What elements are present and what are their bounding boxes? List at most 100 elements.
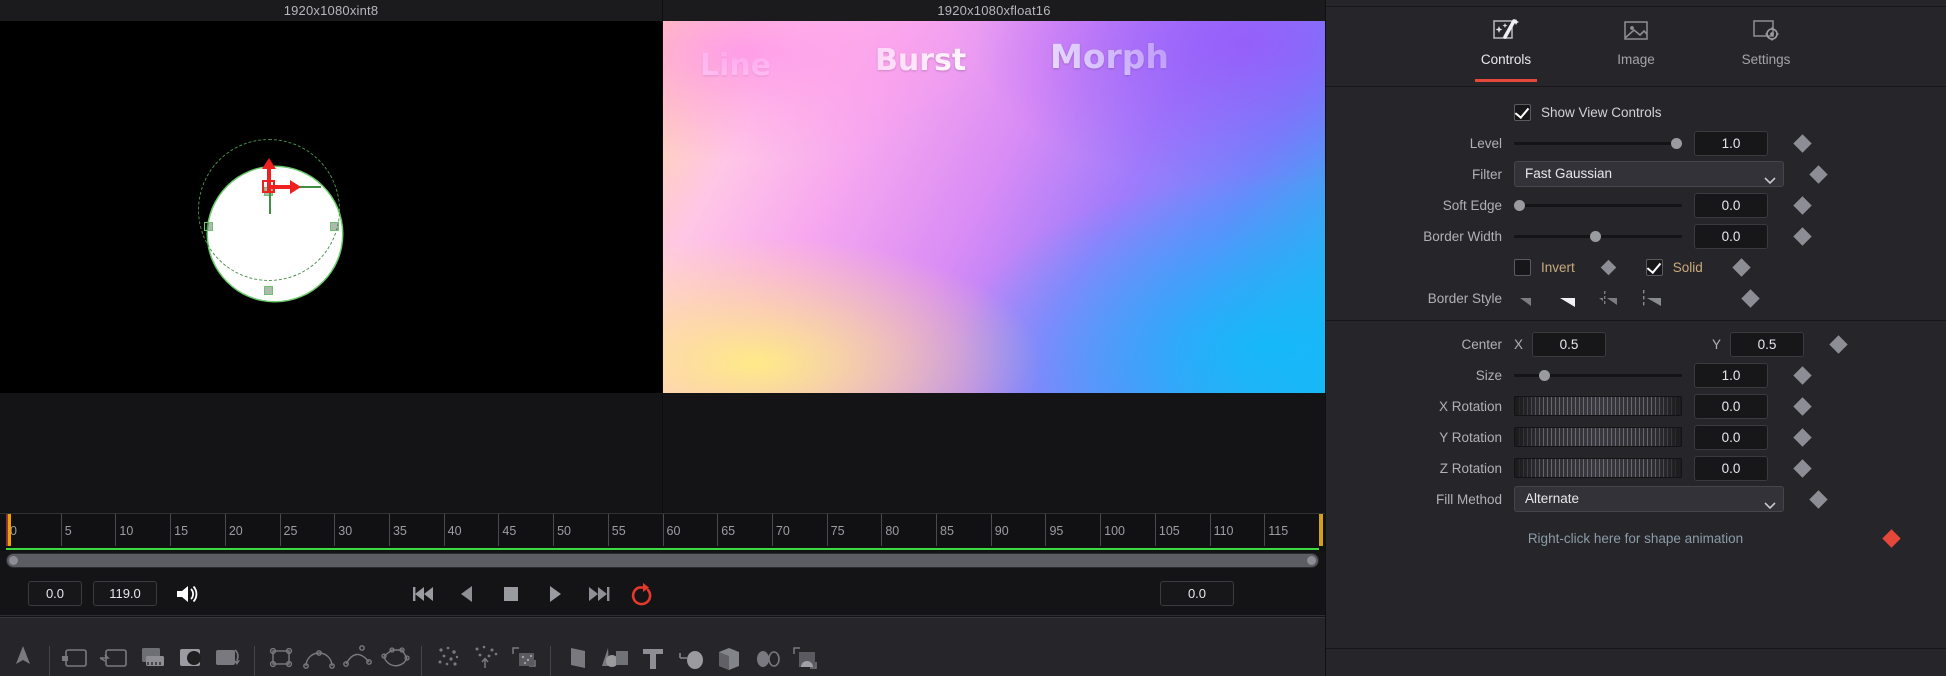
transport-buttons bbox=[410, 572, 660, 616]
solid-checkrow[interactable]: Solid bbox=[1645, 258, 1703, 276]
tab-settings[interactable]: Settings bbox=[1718, 16, 1814, 86]
ruler-tick-label: 40 bbox=[447, 524, 462, 538]
loader-icon[interactable] bbox=[133, 642, 171, 676]
bspline-mask-icon[interactable] bbox=[338, 642, 376, 676]
border-width-keyframe-button[interactable] bbox=[1793, 226, 1812, 246]
play-forward-button[interactable] bbox=[542, 581, 568, 607]
timeline-ruler[interactable]: 0 5 10 15 20 25 30 35 40 45 50 55 60 65 70 75 80 85 90 95 10… bbox=[0, 513, 1325, 551]
matte-control-icon[interactable] bbox=[171, 642, 209, 676]
invert-checkbox[interactable] bbox=[1514, 258, 1531, 276]
y-rotation-keyframe-button[interactable] bbox=[1793, 427, 1812, 447]
soft-edge-value-field[interactable]: 0.0 bbox=[1694, 192, 1768, 218]
timeline-scrollbar-thumb[interactable] bbox=[7, 554, 1318, 567]
play-reverse-button[interactable] bbox=[454, 581, 480, 607]
soft-edge-slider-knob[interactable] bbox=[1514, 200, 1525, 211]
z-rotation-keyframe-button[interactable] bbox=[1793, 458, 1812, 478]
skip-to-end-button[interactable] bbox=[586, 581, 612, 607]
z-rotation-thumbwheel[interactable] bbox=[1514, 458, 1682, 478]
level-slider-knob[interactable] bbox=[1671, 138, 1682, 149]
out-point-field[interactable]: 119.0 bbox=[93, 581, 157, 606]
tab-controls[interactable]: Controls bbox=[1458, 16, 1554, 86]
center-x-field[interactable]: 0.5 bbox=[1532, 331, 1607, 357]
border-width-slider-knob[interactable] bbox=[1590, 231, 1601, 242]
size-slider[interactable] bbox=[1514, 367, 1682, 383]
viewer-b-canvas[interactable]: Line Burst Morph bbox=[663, 21, 1325, 393]
current-frame-field[interactable]: 0.0 bbox=[1160, 581, 1234, 606]
center-keyframe-button[interactable] bbox=[1829, 334, 1848, 354]
y-rotation-value-field[interactable]: 0.0 bbox=[1694, 424, 1768, 450]
shape-animation-keyframe-button[interactable] bbox=[1882, 528, 1901, 548]
in-point-field[interactable]: 0.0 bbox=[28, 581, 82, 606]
shape-animation-hint-row[interactable]: Right-click here for shape animation bbox=[1326, 523, 1946, 553]
center-y-field[interactable]: 0.5 bbox=[1730, 331, 1805, 357]
timeline-horizontal-scrollbar[interactable] bbox=[6, 553, 1319, 568]
x-rotation-value-field[interactable]: 0.0 bbox=[1694, 393, 1768, 419]
ruler-tick-label: 60 bbox=[666, 524, 681, 538]
soft-edge-slider[interactable] bbox=[1514, 197, 1682, 213]
border-style-dashed-small-icon[interactable] bbox=[1598, 287, 1622, 309]
border-width-slider[interactable] bbox=[1514, 228, 1682, 244]
speaker-icon[interactable] bbox=[174, 583, 198, 605]
media-out-icon[interactable] bbox=[95, 642, 133, 676]
renderer-3d-icon[interactable] bbox=[748, 642, 786, 676]
particle-emitter-icon[interactable] bbox=[429, 642, 467, 676]
media-in-icon[interactable] bbox=[57, 642, 95, 676]
solid-keyframe-button[interactable] bbox=[1732, 257, 1751, 277]
size-keyframe-button[interactable] bbox=[1793, 365, 1812, 385]
fill-method-dropdown[interactable]: Alternate bbox=[1514, 486, 1784, 512]
filter-dropdown[interactable]: Fast Gaussian bbox=[1514, 161, 1784, 187]
solid-label: Solid bbox=[1672, 259, 1703, 275]
size-value-field[interactable]: 1.0 bbox=[1694, 362, 1768, 388]
toolstrip-divider bbox=[254, 646, 255, 676]
particle-region-icon[interactable] bbox=[505, 642, 543, 676]
z-rotation-value-field[interactable]: 0.0 bbox=[1694, 455, 1768, 481]
shape-3d-icon[interactable] bbox=[596, 642, 634, 676]
timeline-render-range-end[interactable] bbox=[1319, 514, 1323, 546]
solid-checkbox[interactable] bbox=[1645, 258, 1663, 276]
border-style-solid-flat-icon[interactable] bbox=[1514, 287, 1538, 309]
invert-keyframe-button[interactable] bbox=[1600, 259, 1617, 275]
invert-checkrow[interactable]: Invert bbox=[1514, 258, 1575, 276]
level-keyframe-button[interactable] bbox=[1793, 133, 1812, 153]
viewer-b[interactable]: Line Burst Morph bbox=[663, 21, 1325, 513]
x-rotation-thumbwheel[interactable] bbox=[1514, 396, 1682, 416]
border-style-dashed-large-icon[interactable] bbox=[1640, 287, 1664, 309]
soft-edge-keyframe-button[interactable] bbox=[1793, 195, 1812, 215]
show-view-controls-checkbox[interactable] bbox=[1514, 103, 1531, 121]
filter-row: Filter Fast Gaussian bbox=[1326, 159, 1946, 189]
camera-3d-icon[interactable] bbox=[672, 642, 710, 676]
cursor-arrow-icon[interactable] bbox=[4, 642, 42, 676]
size-slider-knob[interactable] bbox=[1539, 370, 1550, 381]
tab-image[interactable]: Image bbox=[1588, 16, 1684, 86]
text-3d-icon[interactable] bbox=[634, 642, 672, 676]
cube-3d-icon[interactable] bbox=[710, 642, 748, 676]
image-plane-icon[interactable] bbox=[786, 642, 824, 676]
viewer-a-canvas[interactable] bbox=[0, 21, 662, 393]
show-view-controls-checkrow[interactable]: Show View Controls bbox=[1514, 103, 1662, 121]
rect-mask-icon[interactable] bbox=[262, 642, 300, 676]
transform-icon[interactable] bbox=[209, 642, 247, 676]
border-style-keyframe-button[interactable] bbox=[1741, 288, 1760, 308]
border-width-value-field[interactable]: 0.0 bbox=[1694, 223, 1768, 249]
timeline-ruler-ticks[interactable]: 0 5 10 15 20 25 30 35 40 45 50 55 60 65 70 75 80 85 90 95 10… bbox=[0, 514, 1325, 546]
stop-button[interactable] bbox=[498, 581, 524, 607]
plane-3d-icon[interactable] bbox=[558, 642, 596, 676]
skip-to-start-button[interactable] bbox=[410, 581, 436, 607]
level-value-field[interactable]: 1.0 bbox=[1694, 130, 1768, 156]
ellipse-mask-icon[interactable] bbox=[300, 642, 338, 676]
viewer-a[interactable] bbox=[0, 21, 663, 513]
transport-bar: 0.0 119.0 0.0 bbox=[0, 572, 1325, 616]
loop-button[interactable] bbox=[630, 581, 656, 607]
y-rotation-thumbwheel[interactable] bbox=[1514, 427, 1682, 447]
section-divider bbox=[1326, 320, 1946, 321]
magic-wand-icon bbox=[1491, 16, 1521, 46]
border-style-solid-bright-icon[interactable] bbox=[1556, 287, 1580, 309]
timeline-playhead[interactable] bbox=[7, 514, 11, 546]
polygon-mask-icon[interactable] bbox=[376, 642, 414, 676]
filter-keyframe-button[interactable] bbox=[1809, 164, 1828, 184]
x-rotation-keyframe-button[interactable] bbox=[1793, 396, 1812, 416]
particle-spawn-icon[interactable] bbox=[467, 642, 505, 676]
fill-method-keyframe-button[interactable] bbox=[1809, 489, 1828, 509]
level-slider[interactable] bbox=[1514, 135, 1682, 151]
ruler-tick-label: 115 bbox=[1268, 524, 1289, 538]
